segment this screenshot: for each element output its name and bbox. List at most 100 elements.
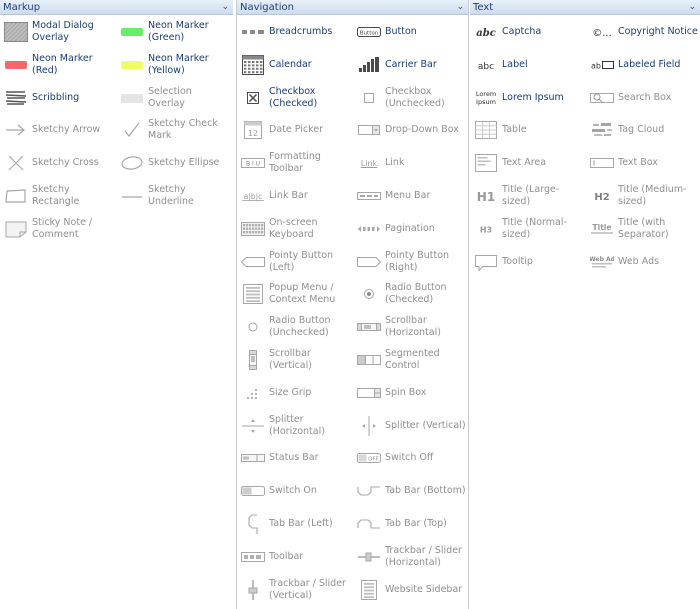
- svg-text:ab: ab: [591, 61, 601, 70]
- chevron-down-icon[interactable]: ⌄: [688, 0, 696, 15]
- text-item-tooltip[interactable]: Tooltip: [470, 245, 586, 278]
- navigation-item-keyboard[interactable]: On-screen Keyboard: [237, 212, 353, 245]
- item-label: Status Bar: [269, 452, 319, 464]
- markup-item-neon-marker-red[interactable]: Neon Marker (Red): [0, 48, 116, 81]
- lorem-ipsum-icon: Lorem Ipsum: [474, 88, 498, 108]
- navigation-item-pointy-button-right[interactable]: Pointy Button (Right): [353, 245, 469, 278]
- item-label: Radio Button (Checked): [385, 282, 447, 306]
- text-item-tag-cloud[interactable]: Tag Cloud: [586, 113, 700, 146]
- text-item-text-box[interactable]: Text Box: [586, 146, 700, 179]
- navigation-item-status-bar[interactable]: Status Bar: [237, 441, 353, 474]
- text-item-table[interactable]: Table: [470, 113, 586, 146]
- text-panel-header[interactable]: Text ⌄: [470, 0, 700, 15]
- markup-item-selection-overlay[interactable]: Selection Overlay: [116, 81, 232, 114]
- navigation-item-date-picker[interactable]: 12 Date Picker: [237, 113, 353, 146]
- text-item-web-ads[interactable]: Web Ad Web Ads: [586, 245, 700, 278]
- splitter-horizontal-icon: [241, 416, 265, 436]
- markup-item-scribbling[interactable]: Scribbling: [0, 81, 116, 114]
- chevron-down-icon[interactable]: ⌄: [221, 0, 229, 15]
- navigation-item-button[interactable]: Button Button: [353, 15, 469, 48]
- text-panel: Text ⌄ abc Captcha ©... Copyright Notice abc…: [470, 0, 700, 609]
- navigation-item-drop-down-box[interactable]: Drop-Down Box: [353, 113, 469, 146]
- navigation-item-splitter-horizontal[interactable]: Splitter (Horizontal): [237, 409, 353, 442]
- navigation-item-trackbar-vertical[interactable]: Trackbar / Slider (Vertical): [237, 573, 353, 606]
- markup-item-sketchy-rectangle[interactable]: Sketchy Rectangle: [0, 179, 116, 212]
- navigation-item-segmented-control[interactable]: Segmented Control: [353, 343, 469, 376]
- navigation-item-link-bar[interactable]: a|b|c Link Bar: [237, 179, 353, 212]
- item-label: Segmented Control: [385, 348, 440, 371]
- item-label: Size Grip: [269, 386, 312, 398]
- navigation-item-link[interactable]: Link Link: [353, 146, 469, 179]
- navigation-item-tab-bar-top[interactable]: Tab Bar (Top): [353, 507, 469, 540]
- item-label: Scribbling: [32, 91, 80, 103]
- markup-item-neon-marker-yellow[interactable]: Neon Marker (Yellow): [116, 48, 232, 81]
- navigation-item-scrollbar-vertical[interactable]: Scrollbar (Vertical): [237, 343, 353, 376]
- markup-item-sticky-note[interactable]: Sticky Note / Comment: [0, 212, 116, 245]
- item-label: Sketchy Cross: [32, 157, 99, 169]
- item-label: Captcha: [502, 26, 542, 37]
- navigation-panel-header[interactable]: Navigation ⌄: [237, 0, 468, 15]
- navigation-item-pagination[interactable]: Pagination: [353, 212, 469, 245]
- navigation-item-checkbox-unchecked[interactable]: Checkbox (Unchecked): [353, 81, 469, 114]
- navigation-item-tab-bar-bottom[interactable]: Tab Bar (Bottom): [353, 474, 469, 507]
- navigation-item-menu-bar[interactable]: Menu Bar: [353, 179, 469, 212]
- tab-bar-bottom-icon: [357, 481, 381, 501]
- navigation-item-trackbar-horizontal[interactable]: Trackbar / Slider (Horizontal): [353, 540, 469, 573]
- item-label: Website Sidebar: [385, 583, 463, 595]
- sketchy-ellipse-icon: [120, 153, 144, 173]
- item-label: Neon Marker (Yellow): [148, 52, 209, 76]
- text-item-label[interactable]: abc Label: [470, 48, 586, 81]
- markup-item-sketchy-check-mark[interactable]: Sketchy Check Mark: [116, 113, 232, 146]
- navigation-item-formatting-toolbar[interactable]: B I U Formatting Toolbar: [237, 146, 353, 179]
- sketchy-underline-icon: [120, 186, 144, 206]
- navigation-item-radio-checked[interactable]: Radio Button (Checked): [353, 277, 469, 310]
- navigation-item-toolbar[interactable]: Toolbar: [237, 540, 353, 573]
- text-item-search-box[interactable]: Search Box: [586, 81, 700, 114]
- item-label: Switch On: [269, 485, 317, 497]
- item-label: Title (with Separator): [618, 216, 669, 240]
- navigation-item-popup-menu[interactable]: Popup Menu / Context Menu: [237, 277, 353, 310]
- navigation-item-radio-unchecked[interactable]: Radio Button (Unchecked): [237, 310, 353, 343]
- navigation-item-checkbox-checked[interactable]: Checkbox (Checked): [237, 81, 353, 114]
- navigation-item-spin-box[interactable]: Spin Box: [353, 376, 469, 409]
- item-label: Trackbar / Slider (Vertical): [269, 577, 346, 601]
- markup-item-neon-marker-green[interactable]: Neon Marker (Green): [116, 15, 232, 48]
- item-label: Tab Bar (Top): [385, 518, 447, 529]
- markup-panel-header[interactable]: Markup ⌄: [0, 0, 233, 15]
- markup-item-sketchy-cross[interactable]: Sketchy Cross: [0, 146, 116, 179]
- text-item-title-large[interactable]: H1 Title (Large-sized): [470, 179, 586, 212]
- item-label: Sketchy Arrow: [32, 124, 101, 136]
- text-item-lorem-ipsum[interactable]: Lorem Ipsum Lorem Ipsum: [470, 81, 586, 114]
- svg-text:©...: ©...: [592, 28, 612, 39]
- text-box-icon: [590, 153, 614, 173]
- item-label: Breadcrumbs: [269, 26, 333, 37]
- item-label: Link: [385, 157, 405, 169]
- navigation-item-carrier-bar[interactable]: Carrier Bar: [353, 48, 469, 81]
- navigation-item-scrollbar-horizontal[interactable]: Scrollbar (Horizontal): [353, 310, 469, 343]
- navigation-item-breadcrumbs[interactable]: Breadcrumbs: [237, 15, 353, 48]
- item-label: Modal Dialog Overlay: [32, 20, 94, 43]
- chevron-down-icon[interactable]: ⌄: [456, 0, 464, 15]
- markup-item-sketchy-underline[interactable]: Sketchy Underline: [116, 179, 232, 212]
- markup-item-sketchy-ellipse[interactable]: Sketchy Ellipse: [116, 146, 232, 179]
- navigation-item-switch-on[interactable]: Switch On: [237, 474, 353, 507]
- navigation-item-size-grip[interactable]: Size Grip: [237, 376, 353, 409]
- text-item-labeled-field[interactable]: ab Labeled Field: [586, 48, 700, 81]
- text-item-title-separator[interactable]: Title Title (with Separator): [586, 212, 700, 245]
- navigation-item-calendar[interactable]: Calendar: [237, 48, 353, 81]
- text-item-title-normal[interactable]: H3 Title (Normal-sized): [470, 212, 586, 245]
- markup-item-sketchy-arrow[interactable]: Sketchy Arrow: [0, 113, 116, 146]
- item-label: Formatting Toolbar: [269, 151, 321, 175]
- text-item-title-medium[interactable]: H2 Title (Medium-sized): [586, 179, 700, 212]
- text-item-captcha[interactable]: abc Captcha: [470, 15, 586, 48]
- navigation-item-tab-bar-left[interactable]: Tab Bar (Left): [237, 507, 353, 540]
- website-sidebar-icon: [357, 579, 381, 600]
- markup-item-modal-overlay[interactable]: Modal Dialog Overlay: [0, 15, 116, 48]
- navigation-item-splitter-vertical[interactable]: Splitter (Vertical): [353, 409, 469, 442]
- text-item-text-area[interactable]: Text Area: [470, 146, 586, 179]
- text-item-copyright[interactable]: ©... Copyright Notice: [586, 15, 700, 48]
- trackbar-horizontal-icon: [357, 547, 381, 567]
- navigation-item-pointy-button-left[interactable]: Pointy Button (Left): [237, 245, 353, 278]
- navigation-item-website-sidebar[interactable]: Website Sidebar: [353, 573, 469, 606]
- navigation-item-switch-off[interactable]: OFF Switch Off: [353, 441, 469, 474]
